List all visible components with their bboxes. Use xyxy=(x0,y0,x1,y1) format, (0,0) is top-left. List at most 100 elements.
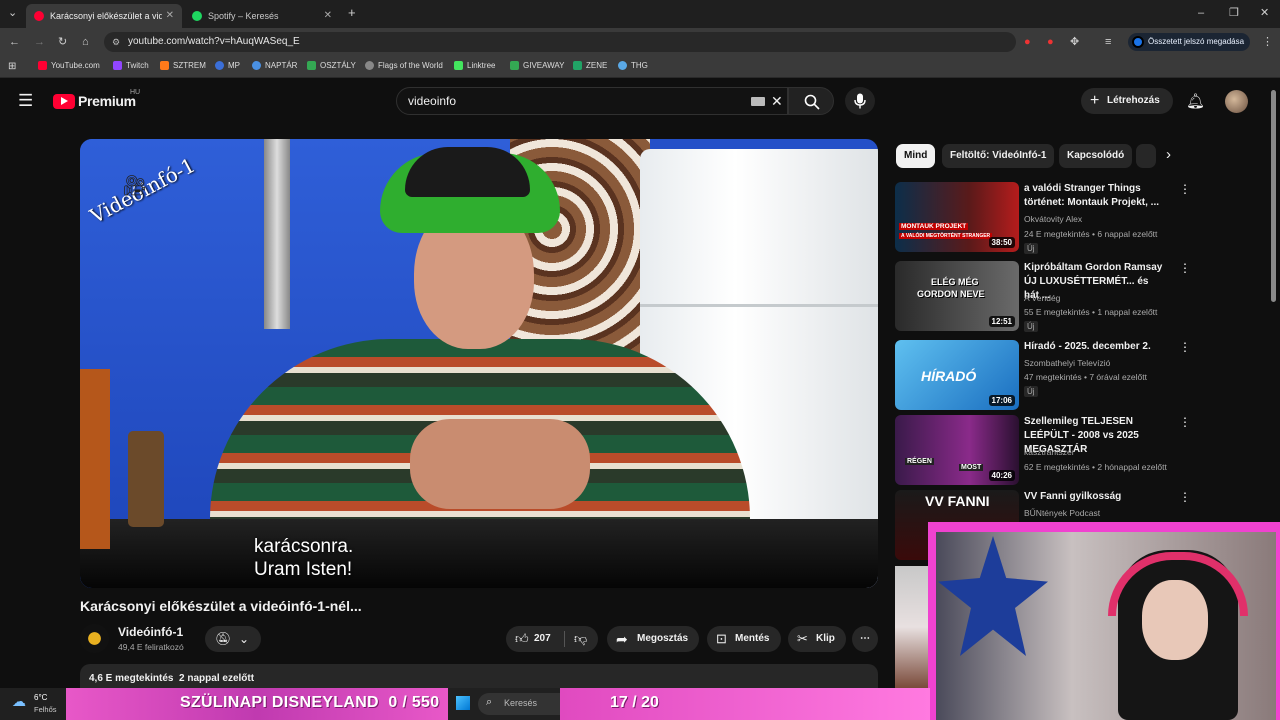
close-tab-icon[interactable]: ✕ xyxy=(166,10,174,21)
forward-icon[interactable]: → xyxy=(34,35,45,49)
create-button[interactable]: + Létrehozás xyxy=(1081,88,1173,114)
recommendation-channel[interactable]: Szombathelyi Televízió xyxy=(1024,358,1110,368)
bookmark-zene[interactable]: ZENE xyxy=(573,61,607,70)
tab-spotify[interactable]: Spotify – Keresés ✕ xyxy=(184,4,340,28)
share-button[interactable]: ➦ Megosztás xyxy=(607,626,699,652)
close-tab-icon[interactable]: ✕ xyxy=(324,10,332,21)
tab-youtube[interactable]: Karácsonyi előkészület a videói... ✕ xyxy=(26,4,182,28)
tab-search-icon[interactable]: ⌄ xyxy=(8,6,17,20)
more-vert-icon[interactable]: ⋮ xyxy=(1179,182,1191,196)
bookmark-label: SZTREM xyxy=(173,61,206,70)
video-thumbnail[interactable]: HÍRADÓ 17:06 xyxy=(895,340,1019,410)
more-vert-icon[interactable]: ⋮ xyxy=(1179,261,1191,275)
like-count[interactable]: 207 xyxy=(534,626,551,652)
password-chip[interactable]: Összetett jelszó megadása xyxy=(1128,33,1250,51)
bookmarks-bar: ⊞ YouTube.com Twitch SZTREM MP NAPTÁR OS… xyxy=(0,56,1280,78)
clear-search-icon[interactable]: ✕ xyxy=(771,88,783,114)
recommendation-channel[interactable]: A Vendég xyxy=(1024,293,1060,303)
premium-logo[interactable]: Premium xyxy=(78,93,136,109)
video-duration: 17:06 xyxy=(988,395,1015,406)
maximize-icon[interactable]: ❐ xyxy=(1229,6,1239,20)
address-bar[interactable]: ⚙ youtube.com/watch?v=hAuqWASeq_E xyxy=(104,32,1016,52)
password-chip-label: Összetett jelszó megadása xyxy=(1148,37,1245,46)
bookmark-mp[interactable]: MP xyxy=(215,61,240,70)
bookmark-osztaly[interactable]: OSZTÁLY xyxy=(307,61,356,70)
recommendation-title[interactable]: a valódi Stranger Things történet: Monta… xyxy=(1024,182,1164,210)
voice-search-button[interactable] xyxy=(845,87,875,115)
more-vert-icon[interactable]: ⋮ xyxy=(1179,415,1191,429)
recommendation-channel[interactable]: BŰNtények Podcast xyxy=(1024,508,1100,518)
windows-start-icon[interactable] xyxy=(456,696,470,710)
subscriber-count: 49,4 E feliratkozó xyxy=(118,642,184,652)
clip-button[interactable]: ✂ Klip xyxy=(788,626,846,652)
like-icon[interactable]: 👍︎ xyxy=(515,626,529,652)
keyboard-icon[interactable] xyxy=(751,97,765,106)
chevron-right-icon[interactable]: › xyxy=(1166,146,1171,163)
search-input[interactable]: videoinfo ✕ xyxy=(396,87,788,115)
weather-cloud-icon[interactable]: ☁ xyxy=(12,693,26,710)
new-tab-icon[interactable]: + xyxy=(348,6,356,20)
reload-icon[interactable]: ↻ xyxy=(58,35,67,49)
recommendation-channel[interactable]: Okvátovity Alex xyxy=(1024,214,1082,224)
thumbnail-text: A VALÓDI MEGTÖRTÉNT STRANGER xyxy=(899,233,993,239)
bookmark-linktree[interactable]: Linktree xyxy=(454,61,495,70)
apps-grid-icon[interactable]: ⊞ xyxy=(8,61,16,72)
minimize-icon[interactable]: – xyxy=(1198,6,1204,20)
sztrem-icon xyxy=(160,61,169,70)
recommendation-title[interactable]: VV Fanni gyilkosság xyxy=(1024,490,1164,504)
video-thumbnail[interactable]: MONTAUK PROJEKT A VALÓDI MEGTÖRTÉNT STRA… xyxy=(895,182,1019,252)
recommendation-thumbnail-partial[interactable] xyxy=(895,566,928,688)
donation-goal-text: SZÜLINAPI DISNEYLAND 0 / 550 xyxy=(180,694,439,712)
bookmark-giveaway[interactable]: GIVEAWAY xyxy=(510,61,565,70)
video-player[interactable]: Videóinfó-1 🎥︎ karácsonra. Uram Isten! xyxy=(80,139,878,588)
extensions-puzzle-icon[interactable]: ✥ xyxy=(1070,35,1079,49)
bookmark-sztrem[interactable]: SZTREM xyxy=(160,61,206,70)
chip-uploader[interactable]: Feltöltő: VideóInfó-1 xyxy=(942,144,1055,168)
more-actions-button[interactable]: ⋯ xyxy=(852,626,878,652)
weather-temp[interactable]: 6°C xyxy=(34,693,47,702)
more-vert-icon[interactable]: ⋮ xyxy=(1179,340,1191,354)
recommendation-item[interactable]: RÉGEN MOST 40:26 Szellemileg TELJESEN LE… xyxy=(895,415,1191,491)
dislike-icon[interactable]: 👎︎ xyxy=(574,626,587,652)
extension-icon[interactable]: ● xyxy=(1047,35,1054,49)
hamburger-menu-icon[interactable]: ☰ xyxy=(18,92,33,109)
close-window-icon[interactable]: ✕ xyxy=(1260,6,1269,20)
channel-avatar[interactable] xyxy=(80,624,109,653)
channel-name[interactable]: Videóinfó-1 xyxy=(118,625,183,639)
chip-all[interactable]: Mind xyxy=(896,144,936,168)
recommendation-item[interactable]: ELÉG MÉG GORDON NEVE 12:51 Kipróbáltam G… xyxy=(895,261,1191,337)
extension-icon[interactable]: ● xyxy=(1024,35,1031,49)
bookmark-twitch[interactable]: Twitch xyxy=(113,61,149,70)
recommendation-title[interactable]: Híradó - 2025. december 2. xyxy=(1024,340,1164,354)
recommendation-item[interactable]: MONTAUK PROJEKT A VALÓDI MEGTÖRTÉNT STRA… xyxy=(895,182,1191,258)
menu-dots-icon[interactable]: ⋮ xyxy=(1262,35,1273,49)
save-button[interactable]: ⊡ Mentés xyxy=(707,626,781,652)
youtube-icon xyxy=(38,61,47,70)
subscribed-button[interactable]: 🔕︎ ⌄ xyxy=(205,626,261,652)
avatar[interactable] xyxy=(1225,90,1248,113)
bookmark-thg[interactable]: THG xyxy=(618,61,648,70)
search-icon: ⌕ xyxy=(486,696,493,708)
video-thumbnail[interactable]: RÉGEN MOST 40:26 xyxy=(895,415,1019,485)
back-icon[interactable]: ← xyxy=(9,35,20,49)
video-thumbnail[interactable]: ELÉG MÉG GORDON NEVE 12:51 xyxy=(895,261,1019,331)
home-icon[interactable]: ⌂ xyxy=(82,35,89,49)
thumbnail-text: VV FANNI xyxy=(925,493,990,509)
search-button[interactable] xyxy=(788,87,834,115)
chip-more[interactable] xyxy=(1136,144,1156,168)
scene-knife-block xyxy=(80,369,110,549)
recommendation-item[interactable]: HÍRADÓ 17:06 Híradó - 2025. december 2. … xyxy=(895,340,1191,416)
bookmark-naptar[interactable]: NAPTÁR xyxy=(252,61,297,70)
reading-list-icon[interactable]: ≡ xyxy=(1105,35,1111,49)
recommendation-channel[interactable]: kasztrantszer xyxy=(1024,447,1075,457)
notifications-bell-icon[interactable]: 🔔︎ xyxy=(1186,92,1205,110)
bookmark-flags[interactable]: Flags of the World xyxy=(365,61,443,70)
description-box[interactable]: 4,6 E megtekintés 2 nappal ezelőtt xyxy=(80,664,878,690)
chip-related[interactable]: Kapcsolódó xyxy=(1059,144,1133,168)
bookmark-youtube[interactable]: YouTube.com xyxy=(38,61,100,70)
page-scrollbar[interactable] xyxy=(1271,90,1276,302)
share-icon: ➦ xyxy=(616,631,628,647)
more-vert-icon[interactable]: ⋮ xyxy=(1179,490,1191,504)
youtube-logo-icon[interactable] xyxy=(53,94,75,109)
site-info-icon[interactable]: ⚙ xyxy=(112,32,120,52)
